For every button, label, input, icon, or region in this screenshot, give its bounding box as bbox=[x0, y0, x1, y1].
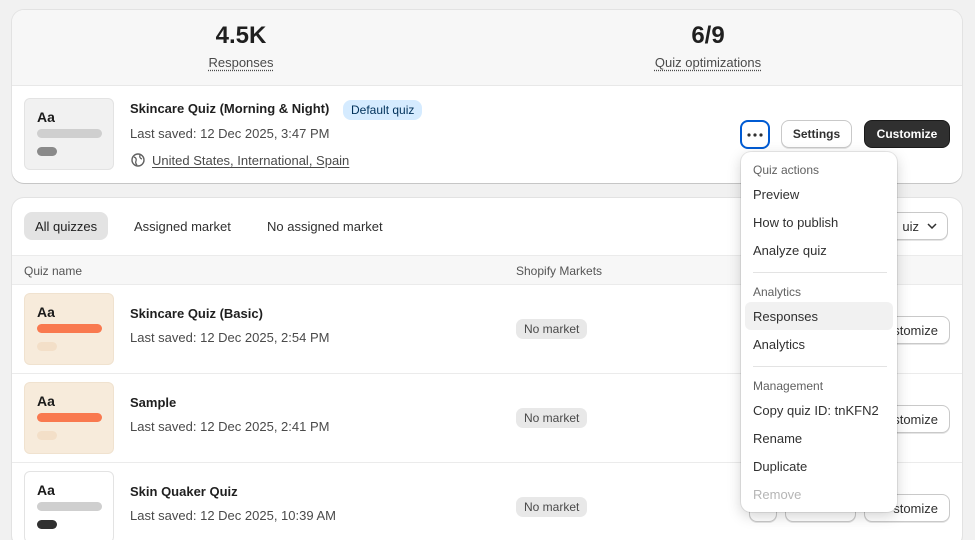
stats-bar: 4.5K Responses 6/9 Quiz optimizations bbox=[12, 10, 962, 86]
thumbnail-dot bbox=[37, 342, 57, 351]
customize-button[interactable]: Customize bbox=[864, 120, 950, 148]
tab-no-assigned-market[interactable]: No assigned market bbox=[256, 212, 394, 240]
more-actions-button[interactable] bbox=[740, 120, 770, 149]
menu-item-rename[interactable]: Rename bbox=[745, 424, 893, 452]
sort-label: uiz bbox=[902, 218, 919, 234]
featured-markets[interactable]: United States, International, Spain bbox=[130, 152, 349, 168]
thumbnail-dot bbox=[37, 520, 57, 529]
quiz-actions-menu: Quiz actions Preview How to publish Anal… bbox=[741, 152, 897, 512]
responses-link[interactable]: Responses bbox=[208, 55, 273, 70]
market-badge: No market bbox=[516, 319, 588, 339]
markets-list: United States, International, Spain bbox=[152, 152, 350, 168]
quiz-last-saved: Last saved: 12 Dec 2025, 2:41 PM bbox=[130, 419, 330, 434]
quiz-thumbnail: Aa bbox=[24, 293, 114, 365]
menu-item-copy-quiz-id[interactable]: Copy quiz ID: tnKFN2 bbox=[745, 396, 893, 424]
quiz-thumbnail: Aa bbox=[24, 98, 114, 170]
optimizations-value: 6/9 bbox=[691, 22, 725, 49]
menu-item-responses[interactable]: Responses bbox=[745, 302, 893, 330]
optimizations-link[interactable]: Quiz optimizations bbox=[655, 55, 761, 70]
ellipsis-icon bbox=[747, 132, 763, 137]
thumbnail-dot bbox=[37, 431, 57, 440]
thumbnail-text: Aa bbox=[37, 393, 55, 409]
market-badge: No market bbox=[516, 497, 588, 517]
thumbnail-bar bbox=[37, 502, 102, 511]
menu-section-management: Management bbox=[753, 379, 824, 393]
quiz-last-saved: Last saved: 12 Dec 2025, 10:39 AM bbox=[130, 508, 336, 523]
col-quiz-name: Quiz name bbox=[24, 264, 83, 278]
menu-section-analytics: Analytics bbox=[753, 285, 802, 299]
globe-icon bbox=[131, 153, 145, 167]
thumbnail-bar bbox=[37, 324, 102, 333]
quiz-name[interactable]: Sample bbox=[130, 395, 176, 410]
col-shopify-markets: Shopify Markets bbox=[516, 264, 603, 278]
quiz-name[interactable]: Skin Quaker Quiz bbox=[130, 484, 238, 499]
thumbnail-text: Aa bbox=[37, 482, 55, 498]
stat-responses: 4.5K Responses bbox=[141, 22, 341, 72]
menu-item-preview[interactable]: Preview bbox=[745, 180, 893, 208]
menu-item-analytics[interactable]: Analytics bbox=[745, 330, 893, 358]
quiz-last-saved: Last saved: 12 Dec 2025, 2:54 PM bbox=[130, 330, 330, 345]
stat-optimizations: 6/9 Quiz optimizations bbox=[608, 22, 808, 72]
tab-all-quizzes[interactable]: All quizzes bbox=[24, 212, 109, 240]
menu-divider bbox=[753, 272, 887, 273]
menu-item-remove: Remove bbox=[753, 486, 802, 502]
quiz-name[interactable]: Skincare Quiz (Basic) bbox=[130, 306, 263, 321]
thumbnail-text: Aa bbox=[37, 109, 55, 125]
default-quiz-badge: Default quiz bbox=[343, 100, 423, 120]
menu-item-analyze-quiz[interactable]: Analyze quiz bbox=[745, 236, 893, 264]
thumbnail-dot bbox=[37, 147, 57, 156]
market-badge: No market bbox=[516, 408, 588, 428]
quiz-thumbnail: Aa bbox=[24, 382, 114, 454]
tab-assigned-market[interactable]: Assigned market bbox=[123, 212, 242, 240]
menu-item-duplicate[interactable]: Duplicate bbox=[745, 452, 893, 480]
quiz-thumbnail: Aa bbox=[24, 471, 114, 540]
chevron-down-icon bbox=[927, 223, 937, 229]
responses-value: 4.5K bbox=[215, 22, 267, 49]
thumbnail-bar bbox=[37, 129, 102, 138]
menu-item-how-to-publish[interactable]: How to publish bbox=[745, 208, 893, 236]
menu-section-quiz-actions: Quiz actions bbox=[753, 163, 820, 177]
thumbnail-bar bbox=[37, 413, 102, 422]
thumbnail-text: Aa bbox=[37, 304, 55, 320]
featured-last-saved: Last saved: 12 Dec 2025, 3:47 PM bbox=[130, 126, 330, 141]
settings-button[interactable]: Settings bbox=[781, 120, 852, 148]
featured-quiz-title[interactable]: Skincare Quiz (Morning & Night) bbox=[130, 101, 329, 116]
menu-divider bbox=[753, 366, 887, 367]
